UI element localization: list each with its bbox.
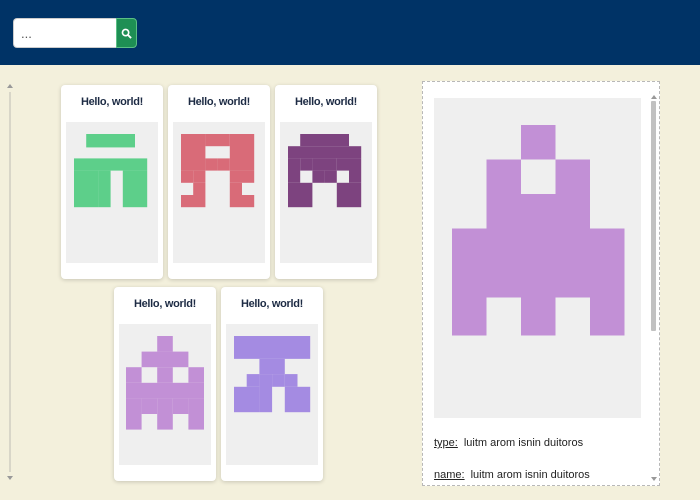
list-scrollbar[interactable] bbox=[7, 82, 15, 482]
scroll-down-arrow-icon[interactable] bbox=[651, 477, 657, 481]
card-title: Hello, world! bbox=[294, 96, 358, 108]
detail-panel: type: luitm arom isnin duitoros name: luit… bbox=[422, 81, 660, 486]
sprite-pixel-block bbox=[246, 374, 260, 387]
sprite-image-2 bbox=[280, 122, 372, 263]
sprite-pixel-block bbox=[234, 386, 260, 413]
scroll-up-arrow-icon[interactable] bbox=[7, 84, 13, 88]
sprite-image-3 bbox=[119, 324, 211, 465]
sprite-pixel-block bbox=[205, 134, 230, 147]
sprite-image-0 bbox=[66, 122, 158, 263]
sprite-pixel-block bbox=[141, 351, 189, 368]
sprite-pixel-block bbox=[336, 182, 362, 208]
sprite-pixel-block bbox=[229, 170, 242, 183]
sprite-pixel-block bbox=[312, 170, 325, 183]
sprite-pixel-block bbox=[521, 194, 556, 229]
search-icon bbox=[121, 28, 132, 39]
sprite-pixel-block bbox=[141, 398, 158, 414]
sprite-pixel-block bbox=[259, 358, 285, 375]
scroll-up-arrow-icon[interactable] bbox=[651, 95, 657, 99]
sprite-pixel-block bbox=[172, 398, 189, 414]
sprite-image-1 bbox=[173, 122, 265, 263]
sprite-pixel-block bbox=[272, 374, 285, 387]
sprite-pixel-block bbox=[312, 158, 337, 171]
sprite-pixel-block bbox=[193, 182, 206, 195]
sprite-pixel-block bbox=[188, 398, 204, 430]
scroll-thumb[interactable] bbox=[651, 101, 656, 331]
sprite-pixel-block bbox=[122, 170, 148, 208]
sprite-pixel-block bbox=[349, 158, 362, 183]
card-title: Hello, world! bbox=[187, 96, 251, 108]
sprite-pixel-block bbox=[242, 170, 255, 183]
sprite-pixel-block bbox=[486, 159, 521, 194]
sprite-pixel-block bbox=[193, 170, 206, 183]
sprite-pixel-block bbox=[324, 170, 337, 183]
sprite-pixel-block bbox=[284, 386, 311, 413]
sprite-card-2[interactable]: Hello, world! bbox=[275, 85, 377, 279]
search-button[interactable] bbox=[116, 18, 137, 48]
sprite-pixel-block bbox=[300, 158, 313, 171]
sprite-pixel-block bbox=[555, 194, 590, 229]
sprite-pixel-block bbox=[188, 367, 204, 383]
sprite-card-4[interactable]: Hello, world! bbox=[221, 287, 323, 481]
detail-name-label: name: bbox=[434, 469, 465, 481]
sprite-pixel-block bbox=[229, 195, 255, 208]
sprite-pixel-block bbox=[300, 134, 349, 147]
detail-type-label: type: bbox=[434, 437, 458, 449]
sprite-pixel-block bbox=[590, 228, 625, 336]
sprite-pixel-block bbox=[74, 158, 148, 171]
sprite-pixel-block bbox=[521, 228, 556, 336]
sprite-pixel-block bbox=[229, 134, 255, 171]
sprite-pixel-block bbox=[126, 398, 142, 430]
scroll-track[interactable] bbox=[9, 92, 11, 472]
sprite-pixel-block bbox=[157, 398, 173, 430]
sprite-pixel-block bbox=[229, 182, 242, 195]
search-input[interactable] bbox=[13, 18, 116, 48]
sprite-pixel-block bbox=[336, 158, 349, 171]
sprite-pixel-block bbox=[486, 194, 521, 229]
sprite-pixel-block bbox=[288, 146, 362, 159]
sprite-image-4 bbox=[226, 324, 318, 465]
sprite-pixel-block bbox=[521, 125, 556, 160]
sprite-pixel-block bbox=[259, 374, 273, 413]
scroll-down-arrow-icon[interactable] bbox=[7, 476, 13, 480]
sprite-card-1[interactable]: Hello, world! bbox=[168, 85, 270, 279]
sprite-pixel-block bbox=[181, 170, 194, 183]
sprite-pixel-block bbox=[284, 374, 298, 387]
sprite-pixel-block bbox=[157, 336, 173, 352]
detail-type-field: type: luitm arom isnin duitoros bbox=[434, 437, 583, 449]
sprite-pixel-block bbox=[217, 158, 230, 171]
sprite-pixel-block bbox=[181, 195, 206, 208]
sprite-card-3[interactable]: Hello, world! bbox=[114, 287, 216, 481]
sprite-pixel-block bbox=[74, 170, 99, 208]
sprite-pixel-block bbox=[205, 158, 218, 171]
top-bar bbox=[0, 0, 700, 65]
sprite-pixel-block bbox=[157, 367, 173, 383]
sprite-pixel-block bbox=[288, 158, 301, 183]
sprite-pixel-block bbox=[288, 182, 313, 208]
search-box bbox=[13, 18, 137, 48]
sprite-pixel-block bbox=[126, 382, 204, 399]
detail-name-field: name: luitm arom isnin duitoros bbox=[434, 469, 590, 481]
card-title: Hello, world! bbox=[80, 96, 144, 108]
sprite-pixel-block bbox=[452, 228, 487, 336]
sprite-pixel-block bbox=[181, 134, 206, 171]
card-title: Hello, world! bbox=[240, 298, 304, 310]
sprite-pixel-block bbox=[86, 134, 135, 148]
sprite-pixel-block bbox=[126, 367, 142, 383]
sprite-pixel-block bbox=[555, 159, 590, 194]
sprite-pixel-block bbox=[98, 170, 111, 208]
detail-name-value: luitm arom isnin duitoros bbox=[470, 469, 590, 481]
detail-scrollbar[interactable] bbox=[650, 93, 658, 483]
card-title: Hello, world! bbox=[133, 298, 197, 310]
detail-type-value: luitm arom isnin duitoros bbox=[463, 437, 584, 449]
sprite-pixel-block bbox=[234, 336, 311, 359]
sprite-card-0[interactable]: Hello, world! bbox=[61, 85, 163, 279]
detail-sprite-image bbox=[434, 98, 641, 418]
